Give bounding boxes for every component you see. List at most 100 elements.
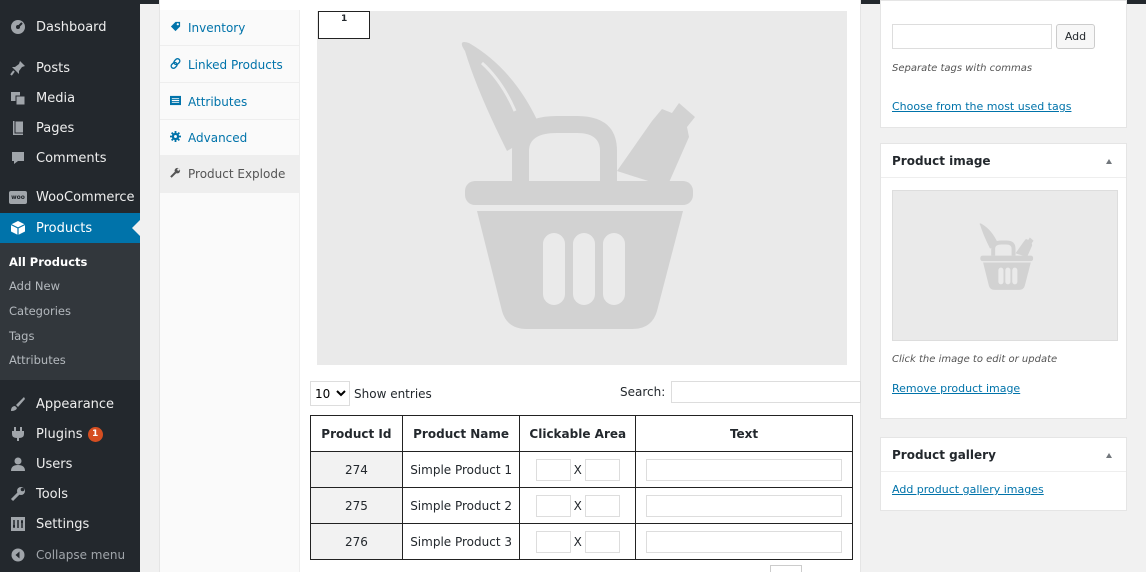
submenu-tags[interactable]: Tags bbox=[9, 329, 34, 343]
dashboard-icon bbox=[0, 19, 36, 35]
submenu-categories[interactable]: Categories bbox=[9, 304, 71, 318]
basket-placeholder-image bbox=[461, 42, 695, 329]
clickable-area-cell: X bbox=[519, 523, 637, 560]
explode-image-canvas[interactable] bbox=[317, 11, 847, 365]
entries-control: 10 Show entries bbox=[310, 381, 432, 406]
product-data-panel: Inventory Linked Products Attributes Adv… bbox=[159, 0, 862, 572]
text-input[interactable] bbox=[646, 458, 843, 481]
plug-icon bbox=[0, 426, 36, 442]
col-text[interactable]: Text bbox=[635, 415, 853, 452]
settings-icon bbox=[0, 516, 36, 532]
table-row: 275 Simple Product 2 X bbox=[310, 487, 853, 524]
col-clickable-area[interactable]: Clickable Area bbox=[519, 415, 637, 452]
menu-woocommerce[interactable]: woo WooCommerce bbox=[0, 182, 140, 212]
product-gallery-title[interactable]: Product gallery bbox=[881, 438, 1126, 472]
submenu-attributes[interactable]: Attributes bbox=[9, 353, 66, 367]
clickable-area-marker[interactable]: 1 bbox=[318, 11, 370, 39]
woo-icon: woo bbox=[0, 190, 36, 204]
brush-icon bbox=[0, 396, 36, 412]
text-input[interactable] bbox=[646, 494, 843, 517]
wrench-icon bbox=[0, 486, 36, 502]
cube-icon bbox=[0, 220, 36, 236]
menu-products[interactable]: Products bbox=[0, 213, 140, 243]
menu-pages[interactable]: Pages bbox=[0, 113, 140, 143]
tab-product-explode[interactable]: Product Explode bbox=[160, 155, 300, 193]
product-name-cell: Simple Product 2 bbox=[401, 487, 521, 524]
collapse-menu[interactable]: Collapse menu bbox=[0, 540, 140, 570]
clickable-area-cell: X bbox=[519, 451, 637, 488]
tab-linked-products[interactable]: Linked Products bbox=[160, 47, 300, 83]
menu-posts[interactable]: Posts bbox=[0, 53, 140, 83]
update-count-badge: 1 bbox=[87, 426, 103, 442]
explode-table: Product Id Product Name Clickable Area T… bbox=[310, 415, 853, 560]
area-x-input[interactable] bbox=[535, 458, 571, 481]
table-header-row: Product Id Product Name Clickable Area T… bbox=[310, 415, 853, 452]
menu-label: Settings bbox=[36, 516, 90, 532]
toggle-arrow-icon[interactable] bbox=[1106, 453, 1112, 458]
gear-icon bbox=[170, 130, 188, 145]
tab-inventory[interactable]: Inventory bbox=[160, 10, 300, 46]
product-data-tabs: Inventory Linked Products Attributes Adv… bbox=[160, 10, 300, 572]
add-tag-button[interactable]: Add bbox=[1056, 24, 1095, 49]
product-image-thumbnail[interactable] bbox=[892, 190, 1118, 341]
menu-label: WooCommerce bbox=[36, 189, 135, 205]
tab-label: Attributes bbox=[188, 94, 248, 109]
product-image-title[interactable]: Product image bbox=[881, 144, 1126, 178]
table-row: 274 Simple Product 1 X bbox=[310, 451, 853, 488]
area-y-input[interactable] bbox=[584, 494, 620, 517]
menu-label: Pages bbox=[36, 120, 75, 136]
area-y-input[interactable] bbox=[584, 458, 620, 481]
add-gallery-images-link[interactable]: Add product gallery images bbox=[892, 483, 1044, 496]
products-submenu: All Products Add New Categories Tags Att… bbox=[0, 243, 140, 380]
tags-box: Add Separate tags with commas Choose fro… bbox=[880, 0, 1127, 128]
menu-plugins[interactable]: Plugins 1 bbox=[0, 419, 140, 449]
search-input[interactable] bbox=[671, 381, 862, 403]
table-search: Search: bbox=[620, 381, 862, 403]
product-id-cell: 276 bbox=[310, 523, 403, 560]
menu-settings[interactable]: Settings bbox=[0, 509, 140, 539]
toggle-arrow-icon[interactable] bbox=[1106, 159, 1112, 164]
admin-sidebar: Dashboard Posts Media Pages Comments woo… bbox=[0, 0, 140, 572]
product-image-box: Product image Click the image to edit or… bbox=[880, 143, 1127, 419]
most-used-tags-link[interactable]: Choose from the most used tags bbox=[892, 100, 1071, 113]
tag-input[interactable] bbox=[892, 24, 1052, 49]
tab-label: Product Explode bbox=[188, 166, 286, 181]
menu-label: Media bbox=[36, 90, 76, 106]
col-product-id[interactable]: Product Id bbox=[310, 415, 403, 452]
product-name-cell: Simple Product 3 bbox=[401, 523, 521, 560]
tab-label: Advanced bbox=[188, 130, 248, 145]
pages-icon bbox=[0, 120, 36, 136]
submenu-add-new[interactable]: Add New bbox=[9, 279, 60, 293]
col-product-name[interactable]: Product Name bbox=[401, 415, 521, 452]
tab-label: Inventory bbox=[188, 20, 246, 35]
area-x-input[interactable] bbox=[535, 494, 571, 517]
tab-attributes[interactable]: Attributes bbox=[160, 84, 300, 120]
comment-icon bbox=[0, 150, 36, 166]
menu-label: Dashboard bbox=[36, 19, 107, 35]
pagination-button[interactable] bbox=[770, 565, 802, 572]
menu-dashboard[interactable]: Dashboard bbox=[0, 12, 140, 42]
submenu-all-products[interactable]: All Products bbox=[9, 255, 87, 269]
search-label: Search: bbox=[620, 385, 666, 399]
menu-comments[interactable]: Comments bbox=[0, 143, 140, 173]
menu-label: Plugins bbox=[36, 426, 83, 442]
entries-select[interactable]: 10 bbox=[310, 381, 350, 406]
area-y-input[interactable] bbox=[584, 530, 620, 553]
menu-label: Comments bbox=[36, 150, 107, 166]
product-id-cell: 275 bbox=[310, 487, 403, 524]
menu-appearance[interactable]: Appearance bbox=[0, 389, 140, 419]
clickable-area-cell: X bbox=[519, 487, 637, 524]
collapse-icon bbox=[0, 548, 36, 562]
menu-users[interactable]: Users bbox=[0, 449, 140, 479]
remove-image-link[interactable]: Remove product image bbox=[892, 382, 1020, 395]
area-x-input[interactable] bbox=[535, 530, 571, 553]
menu-label: Tools bbox=[36, 486, 69, 502]
tab-advanced[interactable]: Advanced bbox=[160, 120, 300, 156]
times-sign: X bbox=[573, 462, 582, 477]
menu-label: Appearance bbox=[36, 396, 115, 412]
product-name-cell: Simple Product 1 bbox=[401, 451, 521, 488]
menu-media[interactable]: Media bbox=[0, 83, 140, 113]
menu-tools[interactable]: Tools bbox=[0, 479, 140, 509]
text-input[interactable] bbox=[646, 530, 843, 553]
menu-label: Users bbox=[36, 456, 73, 472]
